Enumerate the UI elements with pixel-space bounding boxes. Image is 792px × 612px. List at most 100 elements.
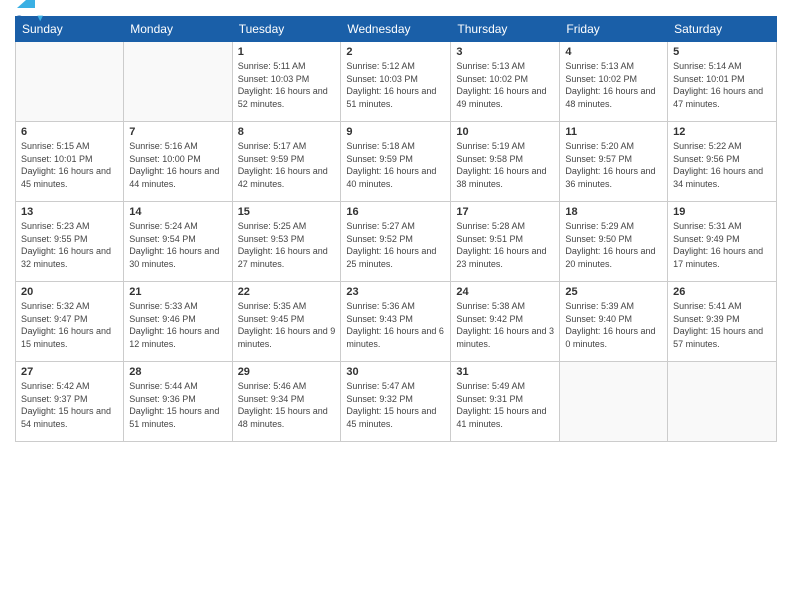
day-number: 13 — [21, 206, 118, 218]
page: General Blue SundayMondayTuesdayWe — [0, 0, 792, 612]
day-info: Sunrise: 5:49 AM Sunset: 9:31 PM Dayligh… — [456, 380, 554, 430]
calendar-cell: 23 Sunrise: 5:36 AM Sunset: 9:43 PM Dayli… — [341, 282, 451, 362]
day-info: Sunrise: 5:47 AM Sunset: 9:32 PM Dayligh… — [346, 380, 445, 430]
calendar-cell — [124, 42, 232, 122]
day-info: Sunrise: 5:13 AM Sunset: 10:02 PM Daylig… — [565, 60, 662, 110]
day-info: Sunrise: 5:20 AM Sunset: 9:57 PM Dayligh… — [565, 140, 662, 190]
calendar-cell: 8 Sunrise: 5:17 AM Sunset: 9:59 PM Daylig… — [232, 122, 341, 202]
day-number: 20 — [21, 286, 118, 298]
calendar-table: SundayMondayTuesdayWednesdayThursdayFrid… — [15, 16, 777, 442]
day-info: Sunrise: 5:35 AM Sunset: 9:45 PM Dayligh… — [238, 300, 336, 350]
day-info: Sunrise: 5:27 AM Sunset: 9:52 PM Dayligh… — [346, 220, 445, 270]
day-number: 10 — [456, 126, 554, 138]
calendar-cell: 9 Sunrise: 5:18 AM Sunset: 9:59 PM Daylig… — [341, 122, 451, 202]
calendar-cell: 5Sunrise: 5:14 AM Sunset: 10:01 PM Dayli… — [668, 42, 777, 122]
day-info: Sunrise: 5:41 AM Sunset: 9:39 PM Dayligh… — [673, 300, 771, 350]
day-number: 19 — [673, 206, 771, 218]
calendar-cell: 27 Sunrise: 5:42 AM Sunset: 9:37 PM Dayli… — [16, 362, 124, 442]
calendar-cell — [16, 42, 124, 122]
weekday-header-thursday: Thursday — [451, 17, 560, 42]
calendar-cell: 13Sunrise: 5:23 AM Sunset: 9:55 PM Dayli… — [16, 202, 124, 282]
day-number: 9 — [346, 126, 445, 138]
week-row-2: 6 Sunrise: 5:15 AM Sunset: 10:01 PM Dayli… — [16, 122, 777, 202]
day-info: Sunrise: 5:32 AM Sunset: 9:47 PM Dayligh… — [21, 300, 118, 350]
week-row-4: 20 Sunrise: 5:32 AM Sunset: 9:47 PM Dayli… — [16, 282, 777, 362]
week-row-5: 27 Sunrise: 5:42 AM Sunset: 9:37 PM Dayli… — [16, 362, 777, 442]
calendar-cell: 10 Sunrise: 5:19 AM Sunset: 9:58 PM Dayli… — [451, 122, 560, 202]
day-number: 16 — [346, 206, 445, 218]
day-number: 29 — [238, 366, 336, 378]
calendar-cell: 20 Sunrise: 5:32 AM Sunset: 9:47 PM Dayli… — [16, 282, 124, 362]
calendar-cell: 1Sunrise: 5:11 AM Sunset: 10:03 PM Dayli… — [232, 42, 341, 122]
calendar-cell: 18 Sunrise: 5:29 AM Sunset: 9:50 PM Dayli… — [560, 202, 668, 282]
day-info: Sunrise: 5:39 AM Sunset: 9:40 PM Dayligh… — [565, 300, 662, 350]
day-number: 17 — [456, 206, 554, 218]
calendar-cell: 25 Sunrise: 5:39 AM Sunset: 9:40 PM Dayli… — [560, 282, 668, 362]
day-number: 6 — [21, 126, 118, 138]
day-number: 30 — [346, 366, 445, 378]
calendar-cell: 6 Sunrise: 5:15 AM Sunset: 10:01 PM Dayli… — [16, 122, 124, 202]
calendar-cell: 11 Sunrise: 5:20 AM Sunset: 9:57 PM Dayli… — [560, 122, 668, 202]
calendar-cell: 4 Sunrise: 5:13 AM Sunset: 10:02 PM Dayli… — [560, 42, 668, 122]
day-number: 25 — [565, 286, 662, 298]
day-number: 8 — [238, 126, 336, 138]
calendar-cell: 22 Sunrise: 5:35 AM Sunset: 9:45 PM Dayli… — [232, 282, 341, 362]
day-number: 21 — [129, 286, 226, 298]
logo-triangle-icon — [17, 0, 35, 8]
day-number: 12 — [673, 126, 771, 138]
day-number: 7 — [129, 126, 226, 138]
weekday-header-wednesday: Wednesday — [341, 17, 451, 42]
day-info: Sunrise: 5:46 AM Sunset: 9:34 PM Dayligh… — [238, 380, 336, 430]
day-info: Sunrise: 5:15 AM Sunset: 10:01 PM Daylig… — [21, 140, 118, 190]
calendar-cell: 15Sunrise: 5:25 AM Sunset: 9:53 PM Dayli… — [232, 202, 341, 282]
weekday-header-tuesday: Tuesday — [232, 17, 341, 42]
calendar-cell: 7 Sunrise: 5:16 AM Sunset: 10:00 PM Dayli… — [124, 122, 232, 202]
day-info: Sunrise: 5:11 AM Sunset: 10:03 PM Daylig… — [238, 60, 336, 110]
day-info: Sunrise: 5:42 AM Sunset: 9:37 PM Dayligh… — [21, 380, 118, 430]
calendar-cell: 26 Sunrise: 5:41 AM Sunset: 9:39 PM Dayli… — [668, 282, 777, 362]
week-row-1: 1Sunrise: 5:11 AM Sunset: 10:03 PM Dayli… — [16, 42, 777, 122]
calendar-cell: 17 Sunrise: 5:28 AM Sunset: 9:51 PM Dayli… — [451, 202, 560, 282]
calendar-cell: 21 Sunrise: 5:33 AM Sunset: 9:46 PM Dayli… — [124, 282, 232, 362]
day-info: Sunrise: 5:12 AM Sunset: 10:03 PM Daylig… — [346, 60, 445, 110]
day-info: Sunrise: 5:33 AM Sunset: 9:46 PM Dayligh… — [129, 300, 226, 350]
day-number: 28 — [129, 366, 226, 378]
weekday-header-friday: Friday — [560, 17, 668, 42]
calendar-cell — [560, 362, 668, 442]
day-info: Sunrise: 5:44 AM Sunset: 9:36 PM Dayligh… — [129, 380, 226, 430]
day-info: Sunrise: 5:36 AM Sunset: 9:43 PM Dayligh… — [346, 300, 445, 350]
day-number: 23 — [346, 286, 445, 298]
calendar-cell: 29 Sunrise: 5:46 AM Sunset: 9:34 PM Dayli… — [232, 362, 341, 442]
day-number: 31 — [456, 366, 554, 378]
calendar-cell: 28 Sunrise: 5:44 AM Sunset: 9:36 PM Dayli… — [124, 362, 232, 442]
day-info: Sunrise: 5:17 AM Sunset: 9:59 PM Dayligh… — [238, 140, 336, 190]
day-number: 4 — [565, 46, 662, 58]
day-number: 14 — [129, 206, 226, 218]
day-number: 27 — [21, 366, 118, 378]
calendar-cell: 24 Sunrise: 5:38 AM Sunset: 9:42 PM Dayli… — [451, 282, 560, 362]
day-info: Sunrise: 5:16 AM Sunset: 10:00 PM Daylig… — [129, 140, 226, 190]
day-info: Sunrise: 5:24 AM Sunset: 9:54 PM Dayligh… — [129, 220, 226, 270]
weekday-header-monday: Monday — [124, 17, 232, 42]
calendar-cell: 3 Sunrise: 5:13 AM Sunset: 10:02 PM Dayli… — [451, 42, 560, 122]
day-info: Sunrise: 5:28 AM Sunset: 9:51 PM Dayligh… — [456, 220, 554, 270]
day-number: 24 — [456, 286, 554, 298]
day-number: 3 — [456, 46, 554, 58]
day-info: Sunrise: 5:29 AM Sunset: 9:50 PM Dayligh… — [565, 220, 662, 270]
day-number: 11 — [565, 126, 662, 138]
day-info: Sunrise: 5:38 AM Sunset: 9:42 PM Dayligh… — [456, 300, 554, 350]
week-row-3: 13Sunrise: 5:23 AM Sunset: 9:55 PM Dayli… — [16, 202, 777, 282]
day-info: Sunrise: 5:18 AM Sunset: 9:59 PM Dayligh… — [346, 140, 445, 190]
weekday-header-saturday: Saturday — [668, 17, 777, 42]
calendar-cell: 2 Sunrise: 5:12 AM Sunset: 10:03 PM Dayli… — [341, 42, 451, 122]
calendar-cell: 14 Sunrise: 5:24 AM Sunset: 9:54 PM Dayli… — [124, 202, 232, 282]
day-info: Sunrise: 5:22 AM Sunset: 9:56 PM Dayligh… — [673, 140, 771, 190]
day-info: Sunrise: 5:13 AM Sunset: 10:02 PM Daylig… — [456, 60, 554, 110]
calendar-cell: 19Sunrise: 5:31 AM Sunset: 9:49 PM Dayli… — [668, 202, 777, 282]
day-number: 26 — [673, 286, 771, 298]
day-number: 18 — [565, 206, 662, 218]
day-info: Sunrise: 5:19 AM Sunset: 9:58 PM Dayligh… — [456, 140, 554, 190]
day-number: 2 — [346, 46, 445, 58]
calendar-cell — [668, 362, 777, 442]
day-number: 22 — [238, 286, 336, 298]
